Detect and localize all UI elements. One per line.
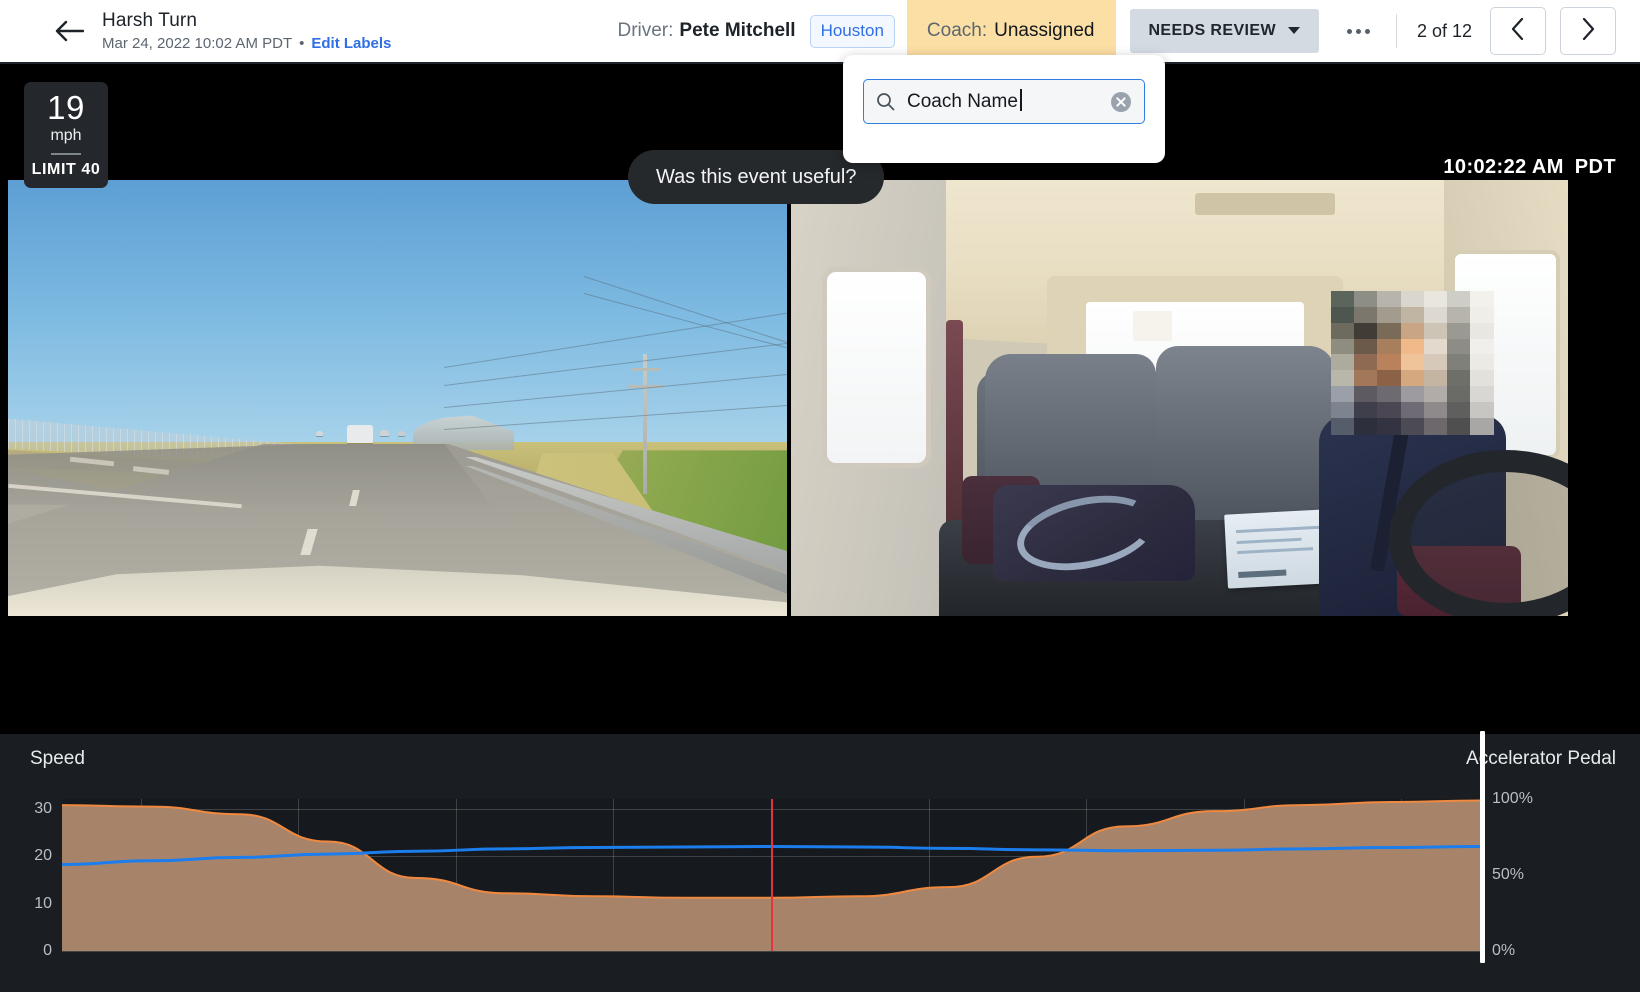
road-facing-camera-view[interactable]	[8, 180, 787, 616]
speed-value: 19	[47, 89, 85, 126]
chart-y2-tick-label: 0%	[1492, 942, 1516, 959]
coach-assign-chip[interactable]: Coach: Unassigned	[906, 0, 1117, 63]
clear-circle-icon[interactable]	[1110, 91, 1132, 113]
video-timezone: PDT	[1574, 156, 1616, 178]
chart-y2-tick-label: 100%	[1492, 790, 1533, 807]
event-detail-page: Harsh Turn Mar 24, 2022 10:02 AM PDT • E…	[0, 0, 1640, 992]
next-event-button[interactable]	[1560, 7, 1616, 55]
pagination-indicator: 2 of 12	[1416, 20, 1472, 41]
telemetry-chart-panel: Speed Accelerator Pedal 0 10 20 30 0% 50% 100…	[0, 731, 1640, 992]
status-dropdown-button[interactable]: NEEDS REVIEW	[1130, 9, 1319, 53]
event-subtitle: Mar 24, 2022 10:02 AM PDT • Edit Labels	[102, 33, 391, 55]
top-header: Harsh Turn Mar 24, 2022 10:02 AM PDT • E…	[0, 0, 1640, 64]
chart-cursor-line[interactable]	[771, 799, 773, 951]
cab-vent	[1195, 193, 1335, 215]
vehicle-ahead	[346, 425, 373, 444]
speed-limit: LIMIT 40	[31, 161, 101, 178]
left-window	[822, 267, 931, 468]
driver-facing-camera-view[interactable]	[791, 180, 1568, 616]
back-button[interactable]	[42, 0, 96, 63]
chart-y-tick-label: 10	[34, 894, 52, 912]
vehicle-ahead	[397, 431, 405, 437]
status-label: NEEDS REVIEW	[1148, 22, 1276, 39]
chevron-down-icon	[1287, 22, 1301, 40]
chart-y-tick-label: 20	[34, 847, 52, 864]
subtitle-separator: •	[299, 34, 305, 52]
arrow-left-icon	[54, 20, 84, 42]
more-options-button[interactable]	[1337, 19, 1380, 44]
video-stage: 19 mph LIMIT 40 Was this event useful? 1…	[0, 64, 1640, 734]
coach-search-field[interactable]: Coach Name	[863, 79, 1145, 124]
speed-unit: mph	[50, 127, 82, 144]
event-title-block: Harsh Turn Mar 24, 2022 10:02 AM PDT • E…	[102, 8, 391, 55]
coach-label: Coach:	[926, 20, 988, 41]
cab-warning-label	[1132, 310, 1172, 342]
coach-value: Unassigned	[994, 20, 1095, 41]
event-datetime: Mar 24, 2022 10:02 AM PDT	[102, 34, 293, 52]
driver-label: Driver:	[617, 20, 674, 41]
feedback-prompt-text: Was this event useful?	[656, 165, 857, 188]
power-tower	[626, 354, 663, 494]
ellipsis-icon	[1346, 28, 1370, 34]
seatbelt-pillar	[946, 319, 964, 529]
driver-name[interactable]: Pete Mitchell	[679, 20, 795, 42]
chevron-right-icon	[1581, 17, 1595, 45]
previous-event-button[interactable]	[1490, 7, 1546, 55]
driver-face-pixelated	[1331, 291, 1495, 436]
chart-y2-tick-label: 50%	[1492, 866, 1525, 883]
header-divider	[1395, 14, 1397, 48]
timeline-playhead[interactable]	[1480, 731, 1485, 963]
search-icon	[876, 92, 895, 111]
chart-left-axis-title: Speed	[30, 748, 85, 769]
header-right-controls: Driver: Pete Mitchell Houston Coach: Una…	[617, 0, 1640, 63]
vehicle-ahead	[315, 431, 323, 437]
chevron-left-icon	[1511, 17, 1525, 45]
driver-tag-badge[interactable]: Houston	[809, 14, 895, 48]
chart-gridline-horizontal	[62, 951, 1480, 952]
chart-right-axis-title: Accelerator Pedal	[1466, 748, 1616, 769]
coach-search-input[interactable]: Coach Name	[907, 88, 1022, 113]
video-timestamp: 10:02:22 AM	[1443, 156, 1564, 178]
speed-badge: 19 mph LIMIT 40	[24, 82, 108, 188]
chart-y-tick-label: 0	[43, 942, 52, 959]
vehicle-ahead	[380, 430, 390, 437]
chart-y-tick-label: 30	[34, 799, 52, 817]
video-timestamp-overlay: 10:02:22 AM PDT	[1443, 156, 1616, 179]
coach-assign-dropdown: Coach Name	[843, 55, 1165, 163]
page-title: Harsh Turn	[102, 9, 197, 31]
edit-labels-link[interactable]: Edit Labels	[311, 33, 391, 55]
